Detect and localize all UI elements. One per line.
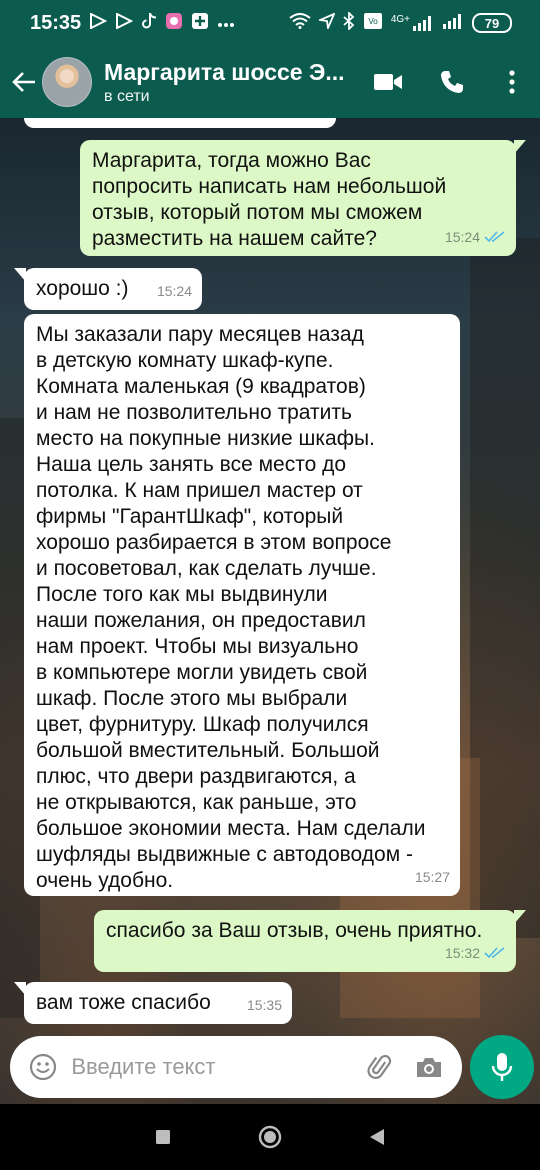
square-icon bbox=[156, 1130, 171, 1144]
battery-icon: 79 bbox=[472, 13, 512, 33]
avatar[interactable] bbox=[42, 57, 92, 107]
attach-button[interactable] bbox=[359, 1045, 400, 1089]
message-bubble[interactable]: спасибо за Ваш отзыв, очень приятно. 15:… bbox=[94, 910, 516, 972]
message-bubble-partial[interactable] bbox=[24, 118, 336, 128]
paperclip-icon bbox=[367, 1054, 392, 1079]
status-time: 15:35 bbox=[30, 11, 82, 34]
back-nav-button[interactable] bbox=[357, 1117, 397, 1157]
signal-icon: 4G+ bbox=[391, 15, 434, 31]
camera-button[interactable] bbox=[409, 1045, 450, 1089]
signal-icon-2 bbox=[442, 13, 464, 33]
read-ticks-icon bbox=[484, 231, 505, 243]
more-menu-button[interactable] bbox=[484, 46, 540, 118]
message-meta: 15:32 bbox=[445, 940, 506, 966]
message-meta: 15:27 bbox=[415, 864, 450, 890]
voice-call-button[interactable] bbox=[420, 46, 484, 118]
contact-name: Маргарита шоссе Э... bbox=[104, 58, 345, 85]
more-vertical-icon bbox=[509, 70, 515, 94]
wallpaper-building bbox=[470, 238, 540, 938]
volte-icon: Vo bbox=[363, 12, 383, 34]
triangle-back-icon bbox=[369, 1129, 384, 1145]
arrow-left-icon bbox=[12, 72, 35, 92]
gallery-icon bbox=[165, 12, 183, 35]
message-bubble[interactable]: хорошо :) 15:24 bbox=[24, 268, 202, 310]
contact-info[interactable]: Маргарита шоссе Э... в сети bbox=[104, 59, 356, 106]
wifi-icon bbox=[289, 13, 311, 33]
recents-button[interactable] bbox=[143, 1117, 183, 1157]
message-meta: 15:24 bbox=[445, 224, 506, 250]
location-icon bbox=[316, 12, 336, 33]
play-icon bbox=[115, 11, 134, 34]
plus-icon bbox=[191, 12, 209, 35]
message-input[interactable] bbox=[63, 1054, 360, 1080]
network-type: 4G+ bbox=[390, 14, 410, 25]
message-time: 15:35 bbox=[246, 997, 282, 1013]
home-button[interactable] bbox=[250, 1117, 290, 1157]
bluetooth-icon bbox=[343, 10, 355, 34]
message-time: 15:27 bbox=[414, 869, 450, 885]
voice-message-button[interactable] bbox=[470, 1035, 534, 1099]
chat-area[interactable]: Маргарита, тогда можно Вас попросить нап… bbox=[0, 118, 540, 1118]
status-bar: 15:35 Vo 4G+ 79 bbox=[0, 0, 540, 46]
contact-status: в сети bbox=[104, 87, 150, 105]
message-meta: 15:24 bbox=[157, 278, 192, 304]
message-bubble[interactable]: вам тоже спасибо 15:35 bbox=[24, 982, 292, 1024]
phone-icon bbox=[441, 71, 463, 93]
camera-icon bbox=[417, 1058, 442, 1077]
microphone-icon bbox=[491, 1053, 513, 1081]
message-text: Маргарита, тогда можно Вас попросить нап… bbox=[92, 149, 447, 250]
video-call-button[interactable] bbox=[356, 46, 420, 118]
notification-icons bbox=[89, 11, 235, 35]
back-button[interactable] bbox=[2, 46, 46, 118]
play-icon bbox=[89, 11, 108, 34]
message-text: Мы заказали пару месяцев назад в детскую… bbox=[36, 323, 426, 892]
message-time: 15:24 bbox=[444, 229, 480, 245]
video-camera-icon bbox=[374, 74, 402, 90]
message-composer bbox=[10, 1036, 462, 1098]
message-meta: 15:35 bbox=[247, 992, 282, 1018]
chat-header: Маргарита шоссе Э... в сети bbox=[0, 46, 540, 118]
more-dots-icon bbox=[217, 13, 235, 33]
emoji-icon bbox=[29, 1053, 56, 1081]
message-text: вам тоже спасибо bbox=[36, 991, 211, 1014]
emoji-button[interactable] bbox=[22, 1045, 63, 1089]
system-icons: Vo 4G+ 79 bbox=[289, 10, 512, 34]
circle-icon bbox=[258, 1125, 282, 1149]
message-time: 15:32 bbox=[444, 945, 480, 961]
message-time: 15:24 bbox=[156, 283, 192, 299]
read-ticks-icon bbox=[484, 947, 505, 959]
message-bubble[interactable]: Мы заказали пару месяцев назад в детскую… bbox=[24, 314, 460, 896]
svg-text:Vo: Vo bbox=[368, 17, 378, 26]
battery-level: 79 bbox=[484, 15, 500, 31]
tiktok-icon bbox=[141, 12, 157, 35]
system-navigation-bar bbox=[0, 1104, 540, 1170]
message-bubble[interactable]: Маргарита, тогда можно Вас попросить нап… bbox=[80, 140, 516, 256]
